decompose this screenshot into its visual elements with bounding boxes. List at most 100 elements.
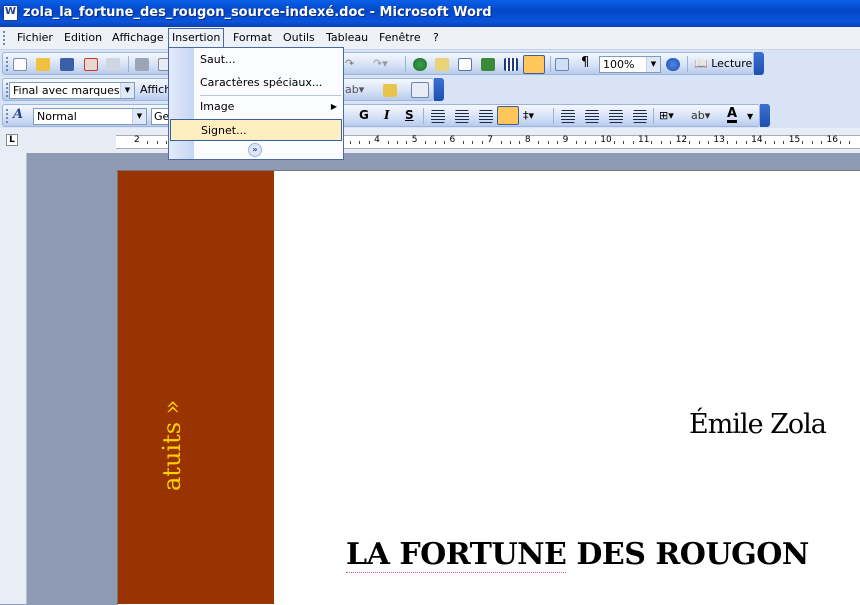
increase-indent-icon[interactable] — [633, 110, 647, 123]
style-combo[interactable]: Normal ▼ — [33, 108, 147, 125]
toolbar-options-icon[interactable] — [760, 104, 770, 127]
ruler-tick — [538, 141, 540, 144]
new-document-icon[interactable] — [13, 58, 27, 71]
display-mode-combo[interactable]: Final avec marques ▼ — [9, 82, 135, 99]
ruler-tick — [519, 141, 521, 144]
insertion-menu: Saut... Caractères spéciaux... Image ▶ S… — [168, 47, 344, 160]
ruler-tick — [147, 141, 149, 144]
menu-affichage[interactable]: Affichage — [109, 30, 167, 46]
print-icon[interactable] — [135, 58, 149, 71]
bullets-icon[interactable] — [585, 110, 599, 123]
decrease-indent-icon[interactable] — [609, 110, 623, 123]
document-map-icon[interactable] — [555, 58, 569, 71]
author-name: Émile Zola — [689, 409, 827, 440]
menu-item-label: Caractères spéciaux... — [200, 76, 323, 89]
menu-help[interactable]: ? — [430, 30, 442, 46]
menu-item-signet[interactable]: Signet... — [170, 119, 342, 141]
columns-icon[interactable] — [504, 58, 518, 71]
ruler-label: 11 — [638, 135, 650, 145]
read-mode-button[interactable]: 📖 Lecture — [694, 57, 752, 70]
menu-item-label: Image — [200, 100, 235, 113]
toolbar-options-icon[interactable] — [754, 52, 764, 75]
help-icon[interactable] — [666, 58, 680, 71]
toolbar-options-icon[interactable] — [434, 78, 444, 101]
save-icon[interactable] — [60, 58, 74, 71]
zoom-combo[interactable]: 100% ▼ — [599, 56, 661, 73]
show-marks-icon[interactable]: ¶ — [581, 55, 589, 70]
chevron-down-icon[interactable]: ▼ — [646, 57, 660, 72]
ruler-tick — [510, 141, 512, 144]
word-app-icon[interactable]: W — [3, 5, 18, 21]
ruler-tick — [811, 141, 813, 144]
highlight-changes-icon[interactable]: ab▾ — [345, 83, 364, 96]
ruler-label: 8 — [524, 135, 531, 145]
chevron-down-icon[interactable]: ▼ — [132, 109, 146, 124]
borders-icon[interactable]: ⊞▾ — [659, 109, 674, 122]
show-menu-button[interactable]: Affich — [140, 83, 171, 96]
ruler-tick — [547, 141, 549, 144]
align-left-icon[interactable] — [431, 110, 445, 123]
styles-pane-icon[interactable]: A — [13, 107, 23, 122]
redo-icon[interactable]: ↷ — [345, 57, 354, 70]
hyperlink-icon[interactable] — [413, 58, 427, 71]
redo-arrow-icon[interactable]: ↷▾ — [373, 57, 388, 70]
chevron-down-icon[interactable]: ▼ — [120, 83, 134, 98]
ruler-tick — [349, 141, 351, 144]
toolbar-grip[interactable] — [6, 57, 8, 71]
justify-icon[interactable] — [497, 106, 519, 125]
menu-outils[interactable]: Outils — [280, 30, 318, 46]
style-value: Normal — [37, 110, 77, 123]
ruler-tick — [707, 141, 709, 144]
insert-excel-icon[interactable] — [481, 58, 495, 71]
expand-menu-icon[interactable]: » — [248, 143, 262, 157]
ruler-tick — [623, 141, 625, 144]
numbering-icon[interactable] — [561, 110, 575, 123]
drawing-icon[interactable] — [523, 55, 545, 74]
menu-format[interactable]: Format — [230, 30, 275, 46]
open-folder-icon[interactable] — [36, 58, 50, 71]
ruler-tick — [425, 141, 427, 144]
menu-item-label: Signet... — [201, 124, 247, 137]
ruler-tick — [726, 141, 728, 144]
ruler-tick — [613, 141, 615, 144]
menubar-grip[interactable] — [3, 31, 5, 45]
highlight-icon[interactable]: ab▾ — [691, 109, 710, 122]
menu-edition[interactable]: Edition — [61, 30, 105, 46]
menu-item-label: Saut... — [200, 53, 236, 66]
line-spacing-icon[interactable]: ‡▾ — [523, 109, 534, 122]
toolbar-row-standard: ↷ ↷▾ ¶ 100% ▼ 📖 Lecture — [0, 50, 860, 76]
ruler-label: 16 — [826, 135, 838, 145]
email-icon[interactable] — [106, 58, 120, 71]
menu-fichier[interactable]: Fichier — [14, 30, 56, 46]
toolbar-grip[interactable] — [6, 109, 8, 123]
ruler-tick — [773, 141, 775, 144]
toolbar-grip[interactable] — [6, 83, 8, 97]
menu-item-caracteres-speciaux[interactable]: Caractères spéciaux... — [170, 72, 342, 94]
font-value: Ge — [154, 110, 170, 123]
reviewing-pane-icon[interactable] — [411, 82, 429, 98]
ruler-tick — [821, 141, 823, 144]
underline-button[interactable]: S — [405, 108, 414, 122]
read-mode-label: Lecture — [711, 57, 753, 70]
align-center-icon[interactable] — [455, 110, 469, 123]
ruler-tick — [387, 141, 389, 144]
tab-selector-icon[interactable]: L — [6, 134, 18, 146]
italic-button[interactable]: I — [384, 108, 390, 122]
menu-item-image[interactable]: Image ▶ — [170, 96, 342, 118]
insert-table-icon[interactable] — [458, 58, 472, 71]
ruler-tick — [698, 141, 700, 144]
menu-tableau[interactable]: Tableau — [323, 30, 371, 46]
tables-borders-icon[interactable] — [435, 58, 449, 71]
ruler-tick — [849, 141, 851, 144]
track-changes-icon[interactable] — [383, 84, 397, 97]
permission-icon[interactable] — [84, 58, 98, 71]
ruler-label: 9 — [562, 135, 569, 145]
ruler-tick — [462, 141, 464, 144]
menu-item-saut[interactable]: Saut... — [170, 49, 342, 71]
bold-button[interactable]: G — [359, 108, 369, 122]
chevron-down-icon[interactable]: ▼ — [747, 112, 753, 121]
menu-insertion[interactable]: Insertion — [168, 28, 225, 48]
font-color-icon[interactable]: A — [727, 107, 738, 123]
menu-fenetre[interactable]: Fenêtre — [376, 30, 424, 46]
align-right-icon[interactable] — [479, 110, 493, 123]
